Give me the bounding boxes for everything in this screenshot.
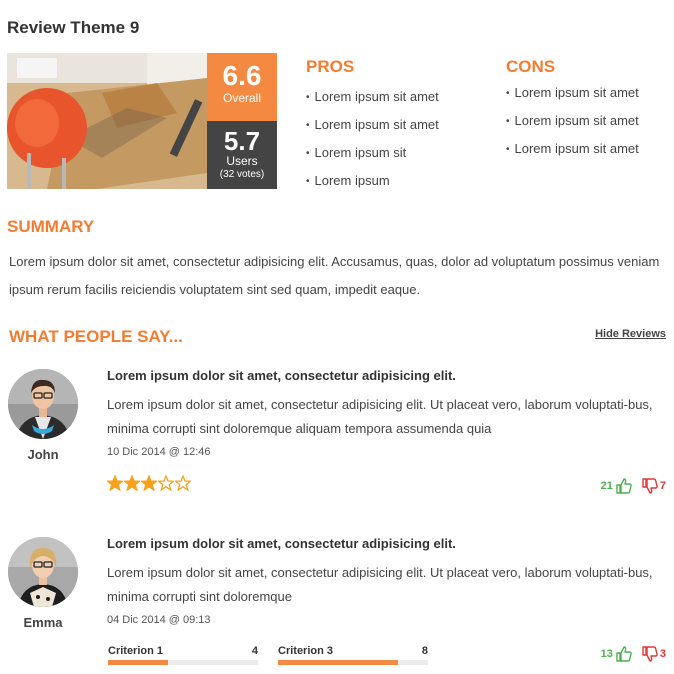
criterion-bar: Criterion 3 8 <box>278 645 428 665</box>
cons-item: Lorem ipsum sit amet <box>506 84 639 112</box>
review-date: 10 Dic 2014 @ 12:46 <box>107 446 211 458</box>
review-body: Lorem ipsum dolor sit amet, consectetur … <box>107 397 653 436</box>
thumbs-up-icon[interactable] <box>615 477 633 495</box>
pros-item: Lorem ipsum <box>306 172 439 200</box>
hide-reviews-link[interactable]: Hide Reviews <box>595 328 666 340</box>
review-date: 04 Dic 2014 @ 09:13 <box>107 614 211 626</box>
star-rating <box>107 475 191 491</box>
product-image <box>7 53 207 189</box>
thumbs-up-icon[interactable] <box>615 645 633 663</box>
criterion-fill <box>278 660 398 665</box>
criterion-fill <box>108 660 168 665</box>
thumbs-down-icon[interactable] <box>641 477 659 495</box>
criterion-track <box>108 660 258 665</box>
reviewer-name: Emma <box>23 615 63 630</box>
vote-box: 21 7 <box>601 477 666 495</box>
summary-text: Lorem ipsum dolor sit amet, consectetur … <box>9 254 660 297</box>
downvote-count: 3 <box>659 648 666 660</box>
review-item: John Lorem ipsum dolor sit amet, consect… <box>0 365 674 525</box>
avatar <box>8 537 78 607</box>
star-filled-icon <box>107 475 123 491</box>
users-vote-count: (32 votes) <box>219 169 265 180</box>
criterion-label: Criterion 1 <box>108 645 164 657</box>
upvote-count: 13 <box>600 648 613 660</box>
criterion-label: Criterion 3 <box>278 645 334 657</box>
criterion-track <box>278 660 428 665</box>
downvote-count: 7 <box>659 480 666 492</box>
page-title: Review Theme 9 <box>7 18 140 37</box>
pros-heading: PROS <box>306 57 355 76</box>
cons-list: Lorem ipsum sit amet Lorem ipsum sit ame… <box>506 84 639 168</box>
review-item: Emma Lorem ipsum dolor sit amet, consect… <box>0 533 674 674</box>
review-body: Lorem ipsum dolor sit amet, consectetur … <box>107 565 653 604</box>
review-title: Lorem ipsum dolor sit amet, consectetur … <box>107 536 456 551</box>
thumbs-down-icon[interactable] <box>641 645 659 663</box>
criterion-bar: Criterion 1 4 <box>108 645 258 665</box>
overall-score: 6.6 Overall <box>207 53 277 121</box>
users-score: 5.7 Users (32 votes) <box>207 121 277 189</box>
reviewer-name: John <box>27 447 59 462</box>
users-score-value: 5.7 <box>223 126 261 156</box>
cons-item: Lorem ipsum sit amet <box>506 112 639 140</box>
summary-heading: SUMMARY <box>7 217 95 236</box>
criterion-value: 4 <box>251 645 258 657</box>
pros-item: Lorem ipsum sit amet <box>306 116 439 144</box>
cons-item: Lorem ipsum sit amet <box>506 140 639 168</box>
pros-item: Lorem ipsum sit amet <box>306 88 439 116</box>
cons-heading: CONS <box>506 57 556 76</box>
overall-score-value: 6.6 <box>222 60 262 91</box>
upvote-count: 21 <box>600 480 613 492</box>
criterion-value: 8 <box>421 645 428 657</box>
pros-list: Lorem ipsum sit amet Lorem ipsum sit ame… <box>306 88 439 200</box>
pros-item: Lorem ipsum sit <box>306 144 439 172</box>
avatar <box>8 369 78 439</box>
star-empty-icon <box>158 475 174 491</box>
review-title: Lorem ipsum dolor sit amet, consectetur … <box>107 368 456 383</box>
star-filled-icon <box>124 475 140 491</box>
overall-score-label: Overall <box>222 91 261 105</box>
users-score-label: Users <box>226 154 258 168</box>
star-filled-icon <box>141 475 157 491</box>
reviews-heading: WHAT PEOPLE SAY... <box>9 327 183 346</box>
star-empty-icon <box>175 475 191 491</box>
vote-box: 13 3 <box>601 645 666 663</box>
